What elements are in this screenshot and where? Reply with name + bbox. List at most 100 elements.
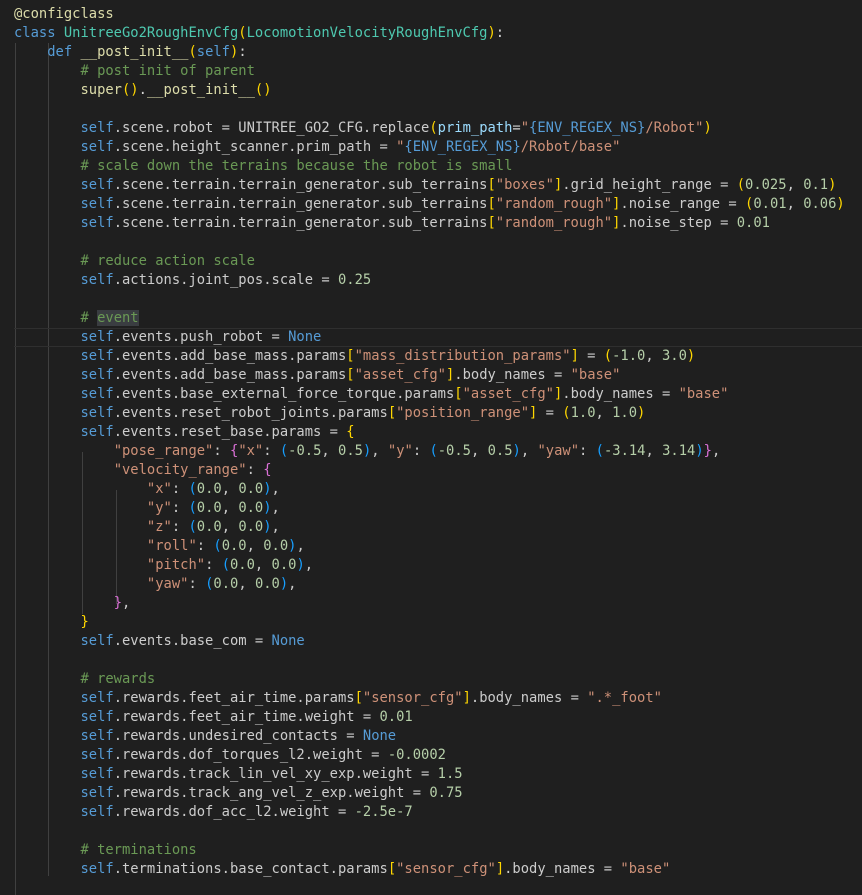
code-token: self: [80, 177, 114, 193]
code-token: ,: [221, 519, 239, 535]
code-line[interactable]: self.scene.terrain.terrain_generator.sub…: [0, 195, 862, 214]
code-line[interactable]: self.rewards.feet_air_time.params["senso…: [0, 689, 862, 708]
code-line[interactable]: self.scene.terrain.terrain_generator.sub…: [0, 214, 862, 233]
code-line[interactable]: self.events.add_base_mass.params["mass_d…: [0, 347, 862, 366]
code-token: :: [263, 443, 280, 459]
code-line[interactable]: "yaw": (0.0, 0.0),: [0, 575, 862, 594]
code-line[interactable]: self.events.reset_robot_joints.params["p…: [0, 404, 862, 423]
code-line[interactable]: # reduce action scale: [0, 252, 862, 271]
code-line[interactable]: [0, 100, 862, 119]
code-token: 3.0: [661, 348, 687, 364]
code-line[interactable]: },: [0, 594, 862, 613]
code-line[interactable]: self.rewards.dof_torques_l2.weight = -0.…: [0, 746, 862, 765]
code-token: self: [80, 747, 114, 763]
code-line[interactable]: self.terminations.base_contact.params["s…: [0, 860, 862, 879]
code-token: __post_init__: [80, 44, 189, 60]
code-line[interactable]: "pose_range": {"x": (-0.5, 0.5), "y": (-…: [0, 442, 862, 461]
code-token: "boxes": [495, 177, 554, 193]
code-token: "base": [678, 386, 729, 402]
code-line[interactable]: self.scene.height_scanner.prim_path = "{…: [0, 138, 862, 157]
code-token: (: [213, 538, 222, 554]
code-token: .body_names =: [562, 386, 679, 402]
code-line[interactable]: self.rewards.track_lin_vel_xy_exp.weight…: [0, 765, 862, 784]
code-token: ,: [271, 519, 280, 535]
code-token: .body_names =: [504, 861, 621, 877]
code-line[interactable]: self.scene.terrain.terrain_generator.sub…: [0, 176, 862, 195]
code-line[interactable]: # rewards: [0, 670, 862, 689]
code-line[interactable]: # post init of parent: [0, 62, 862, 81]
code-token: .: [138, 82, 147, 98]
code-line[interactable]: "roll": (0.0, 0.0),: [0, 537, 862, 556]
code-line[interactable]: def __post_init__(self):: [0, 43, 862, 62]
code-line[interactable]: }: [0, 613, 862, 632]
code-token: # terminations: [80, 842, 197, 858]
code-line[interactable]: [0, 822, 862, 841]
code-token: 0.0: [238, 500, 264, 516]
code-line[interactable]: "velocity_range": {: [0, 461, 862, 480]
code-line[interactable]: "z": (0.0, 0.0),: [0, 518, 862, 537]
code-line[interactable]: @configclass: [0, 5, 862, 24]
code-token: 3.14: [662, 443, 696, 459]
code-token: (: [221, 557, 230, 573]
code-token: ): [487, 25, 496, 41]
code-token: "pitch": [146, 557, 206, 573]
code-line[interactable]: self.rewards.undesired_contacts = None: [0, 727, 862, 746]
code-line[interactable]: # scale down the terrains because the ro…: [0, 157, 862, 176]
code-token: (: [279, 443, 289, 459]
code-token: (: [429, 120, 438, 136]
code-token: 0.75: [429, 785, 463, 801]
code-token: self: [80, 139, 114, 155]
code-token: ): [836, 196, 845, 212]
code-token: "velocity_range": [113, 462, 247, 478]
code-token: -0.5: [437, 443, 471, 459]
code-token: (: [238, 25, 247, 41]
code-line[interactable]: self.rewards.track_ang_vel_z_exp.weight …: [0, 784, 862, 803]
code-token: 0.01: [379, 709, 413, 725]
code-line[interactable]: "pitch": (0.0, 0.0),: [0, 556, 862, 575]
code-token: self: [80, 728, 114, 744]
code-line[interactable]: self.scene.robot = UNITREE_GO2_CFG.repla…: [0, 119, 862, 138]
code-token: ,: [711, 443, 721, 459]
code-line[interactable]: class UnitreeGo2RoughEnvCfg(LocomotionVe…: [0, 24, 862, 43]
code-token: .scene.terrain.terrain_generator.sub_ter…: [113, 177, 488, 193]
code-token: "roll": [146, 538, 197, 554]
code-line[interactable]: super().__post_init__(): [0, 81, 862, 100]
code-line[interactable]: [0, 290, 862, 309]
code-token: __post_init__: [146, 82, 255, 98]
code-line[interactable]: self.events.base_com = None: [0, 632, 862, 651]
code-token: self: [80, 329, 114, 345]
code-line[interactable]: self.events.push_robot = None: [0, 328, 862, 347]
code-token: self: [80, 804, 114, 820]
code-token: .rewards.track_ang_vel_z_exp.weight =: [113, 785, 430, 801]
code-token: "yaw": [146, 576, 189, 592]
code-line[interactable]: [0, 233, 862, 252]
code-line[interactable]: self.actions.joint_pos.scale = 0.25: [0, 271, 862, 290]
code-token: [: [487, 215, 496, 231]
code-line[interactable]: self.events.base_external_force_torque.p…: [0, 385, 862, 404]
code-token: .rewards.dof_acc_l2.weight =: [113, 804, 355, 820]
code-editor[interactable]: @configclass class UnitreeGo2RoughEnvCfg(…: [0, 5, 862, 895]
code-line[interactable]: "y": (0.0, 0.0),: [0, 499, 862, 518]
code-lines[interactable]: @configclass class UnitreeGo2RoughEnvCfg(…: [0, 5, 862, 879]
code-line[interactable]: self.events.reset_base.params = {: [0, 423, 862, 442]
code-token: # reduce action scale: [80, 253, 255, 269]
code-line[interactable]: "x": (0.0, 0.0),: [0, 480, 862, 499]
code-token: "asset_cfg": [462, 386, 554, 402]
code-token: self: [80, 861, 114, 877]
code-token: self: [80, 215, 114, 231]
code-line[interactable]: [0, 651, 862, 670]
code-token: .scene.height_scanner.prim_path =: [113, 139, 397, 155]
code-line[interactable]: self.events.add_base_mass.params["asset_…: [0, 366, 862, 385]
code-token: ,: [786, 177, 804, 193]
code-line[interactable]: # terminations: [0, 841, 862, 860]
code-line[interactable]: self.rewards.feet_air_time.weight = 0.01: [0, 708, 862, 727]
code-line[interactable]: # event: [0, 309, 862, 328]
code-token: [: [354, 690, 363, 706]
code-line[interactable]: self.rewards.dof_acc_l2.weight = -2.5e-7: [0, 803, 862, 822]
